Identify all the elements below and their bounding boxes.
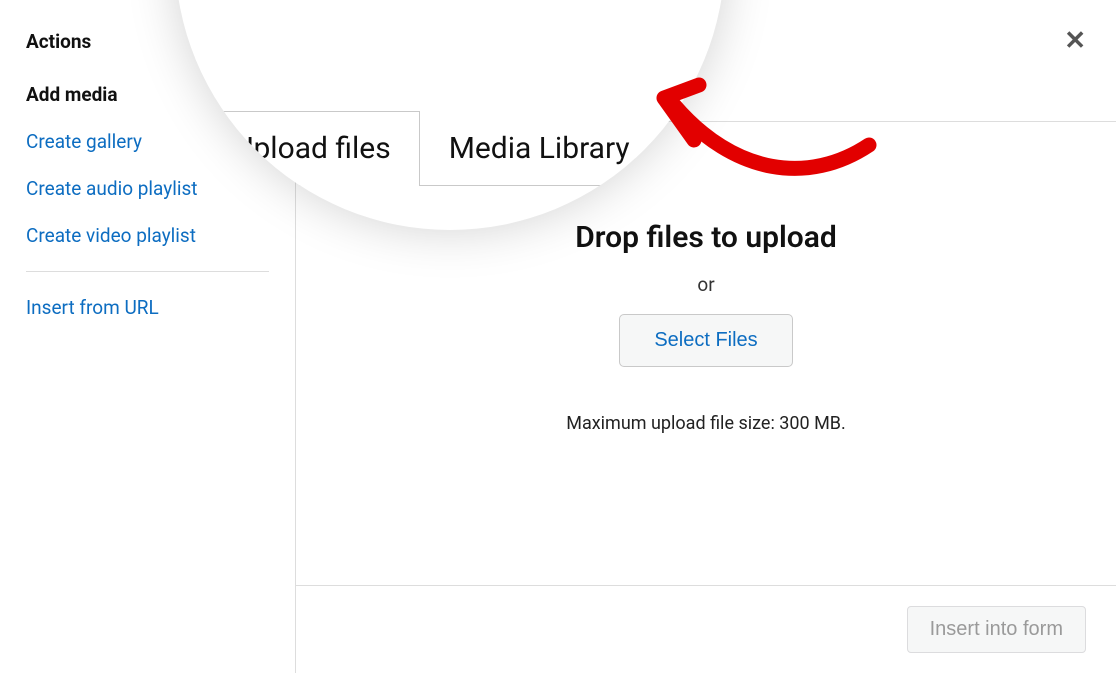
sidebar-divider — [26, 271, 269, 272]
link-create-video-playlist[interactable]: Create video playlist — [26, 224, 269, 247]
drop-or-text: or — [697, 273, 714, 296]
tab-upload-files[interactable]: Upload files — [205, 111, 420, 185]
insert-into-form-button[interactable]: Insert into form — [907, 606, 1086, 653]
footer-bar: Insert into form — [296, 585, 1116, 673]
max-upload-size: Maximum upload file size: 300 MB. — [566, 413, 846, 434]
drop-title: Drop files to upload — [575, 220, 837, 255]
select-files-button[interactable]: Select Files — [619, 314, 792, 367]
tab-media-library[interactable]: Media Library — [420, 111, 659, 185]
close-icon[interactable]: ✕ — [1064, 26, 1086, 56]
link-insert-from-url[interactable]: Insert from URL — [26, 296, 269, 319]
